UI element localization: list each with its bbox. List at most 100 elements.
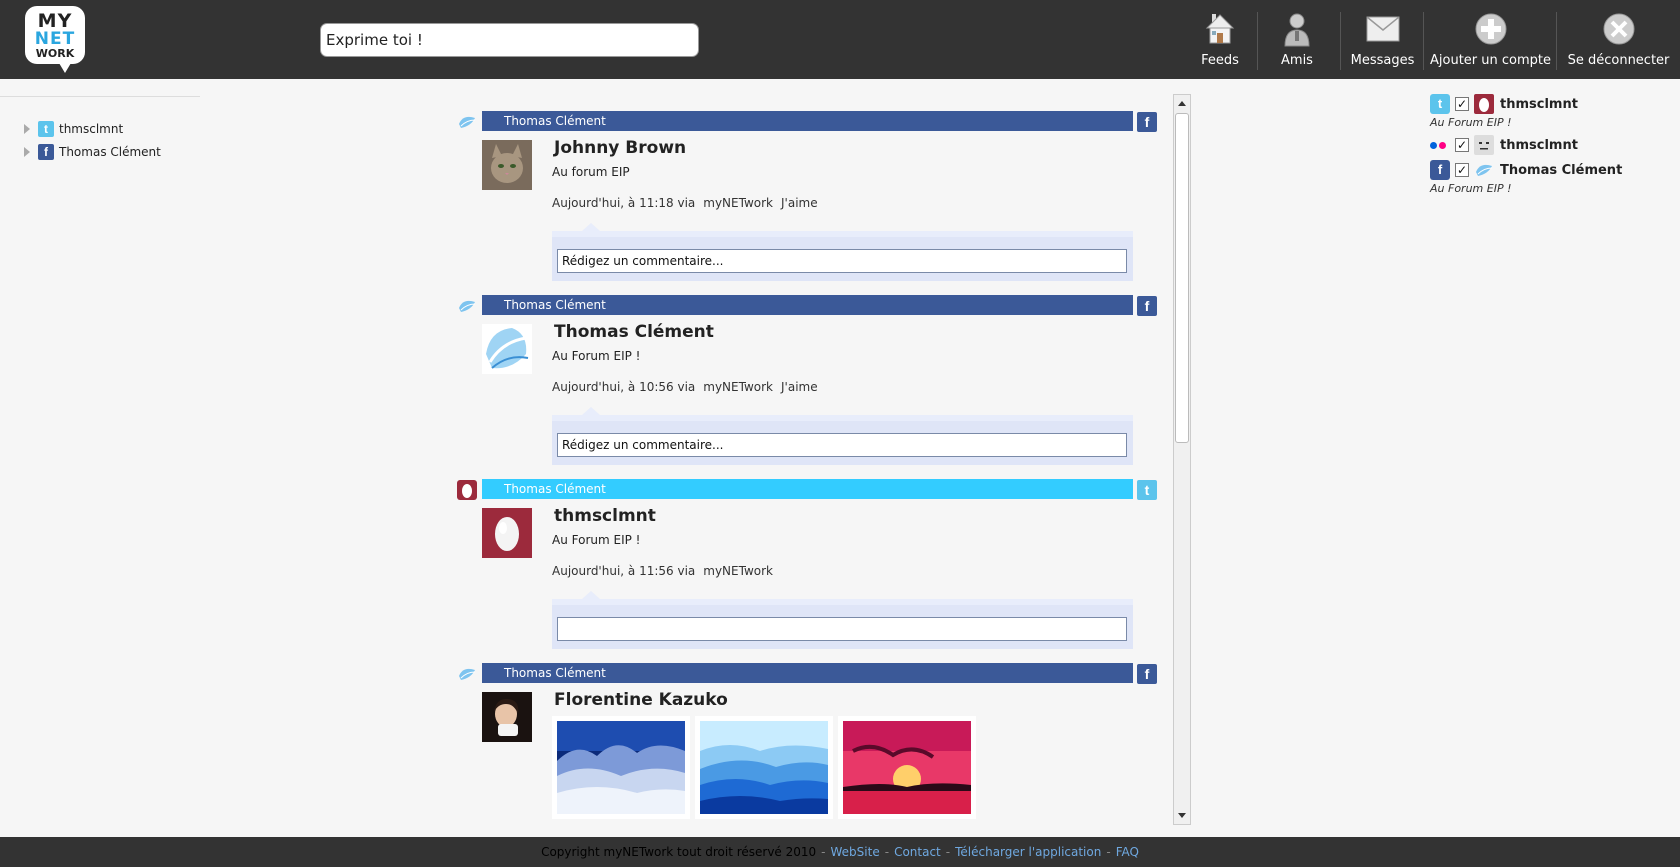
post-photo[interactable] (552, 716, 690, 819)
comment-box (552, 223, 1133, 281)
post-account-bar: Thomas Clément (482, 295, 1133, 315)
top-bar: MY NET WORK Feeds Amis Messages (0, 0, 1680, 79)
footer: Copyright myNETwork tout droit réservé 2… (0, 837, 1680, 867)
nav-add-account[interactable]: Ajouter un compte (1428, 0, 1553, 79)
nav-divider (1340, 12, 1341, 70)
nav-logout[interactable]: Se déconnecter (1561, 0, 1676, 79)
logo-speech-tail (59, 63, 71, 73)
flickr-icon (1430, 141, 1450, 149)
post-author[interactable]: Florentine Kazuko (554, 690, 728, 710)
nav-divider (1423, 12, 1424, 70)
account-avatar-icon (459, 668, 476, 680)
account-name[interactable]: Thomas Clément (1500, 163, 1622, 178)
post-meta: Aujourd'hui, à 11:18 via myNETwork J'aime (552, 196, 818, 210)
post-via-link[interactable]: myNETwork (703, 196, 773, 210)
envelope-icon (1366, 16, 1399, 42)
account-entry: f ✓ Thomas Clément (1430, 159, 1622, 181)
comment-box (552, 591, 1133, 649)
like-link[interactable]: J'aime (781, 196, 818, 210)
account-entry: ✓ thmsclmnt (1430, 134, 1578, 156)
post-photo[interactable] (695, 716, 833, 819)
post-author[interactable]: thmsclmnt (554, 506, 656, 526)
scroll-down-icon[interactable] (1178, 813, 1186, 818)
expand-arrow-icon[interactable] (24, 147, 30, 157)
sidebar-divider (0, 96, 200, 97)
facebook-icon: f (1430, 160, 1450, 180)
comment-input[interactable] (557, 617, 1127, 641)
expand-arrow-icon[interactable] (24, 124, 30, 134)
nav-logout-label: Se déconnecter (1567, 53, 1670, 68)
post-account-name: Thomas Clément (504, 482, 606, 496)
feed-scrollbar[interactable] (1173, 94, 1191, 825)
like-link[interactable]: J'aime (781, 380, 818, 394)
post-timestamp: Aujourd'hui, à 10:56 via (552, 380, 696, 394)
post-via-link[interactable]: myNETwork (703, 380, 773, 394)
post-meta: Aujourd'hui, à 11:56 via myNETwork (552, 564, 773, 578)
avatar[interactable] (482, 140, 532, 190)
facebook-icon: f (1137, 664, 1157, 684)
nav-feeds-label: Feeds (1201, 53, 1239, 68)
account-name[interactable]: thmsclmnt (1500, 138, 1578, 153)
egg-avatar-icon (457, 480, 477, 500)
nav-divider (1257, 12, 1258, 70)
mynetwork-logo[interactable]: MY NET WORK (25, 6, 85, 73)
comment-box (552, 407, 1133, 465)
post-timestamp: Aujourd'hui, à 11:56 via (552, 564, 696, 578)
post-account-name: Thomas Clément (504, 666, 606, 680)
post-account-bar: Thomas Clément (482, 111, 1133, 131)
post-author[interactable]: Johnny Brown (554, 138, 686, 158)
comment-notch (582, 223, 600, 231)
avatar[interactable] (482, 692, 532, 742)
account-checkbox[interactable]: ✓ (1455, 97, 1469, 111)
comment-notch (582, 591, 600, 599)
account-avatar-icon (459, 116, 476, 128)
blue-mountains-image (700, 721, 828, 814)
snowy-forest-image (557, 721, 685, 814)
comment-input[interactable] (557, 249, 1127, 273)
twitter-icon: t (1137, 480, 1157, 500)
nav-amis-label: Amis (1281, 53, 1313, 68)
logo-line-3: WORK (35, 47, 75, 60)
avatar[interactable] (482, 508, 532, 558)
facebook-icon: f (38, 144, 54, 160)
footer-link-faq[interactable]: FAQ (1116, 845, 1139, 859)
post-account-name: Thomas Clément (504, 114, 606, 128)
account-status: Au Forum EIP ! (1430, 182, 1512, 195)
account-checkbox[interactable]: ✓ (1455, 163, 1469, 177)
feed-post: Thomas Clément f Florentine Kazuko (455, 647, 1157, 823)
post-author[interactable]: Thomas Clément (554, 322, 714, 342)
post-account-bar: Thomas Clément (482, 663, 1133, 683)
nav-amis[interactable]: Amis (1262, 0, 1332, 79)
sidebar-item-twitter[interactable]: t thmsclmnt (24, 120, 123, 138)
avatar[interactable] (482, 324, 532, 374)
post-message: Au Forum EIP ! (552, 349, 641, 363)
scroll-thumb[interactable] (1175, 113, 1189, 443)
post-timestamp: Aujourd'hui, à 11:18 via (552, 196, 696, 210)
account-checkbox[interactable]: ✓ (1455, 138, 1469, 152)
sidebar-item-facebook[interactable]: f Thomas Clément (24, 143, 161, 161)
scroll-up-icon[interactable] (1178, 101, 1186, 106)
footer-link-download[interactable]: Télécharger l'application (955, 845, 1101, 859)
footer-link-website[interactable]: WebSite (831, 845, 880, 859)
post-account-bar: Thomas Clément (482, 479, 1133, 499)
facebook-icon: f (1137, 296, 1157, 316)
post-photo[interactable] (838, 716, 976, 819)
facebook-icon: f (1137, 112, 1157, 132)
twitter-icon: t (1430, 94, 1450, 114)
comment-notch (582, 407, 600, 415)
nav-divider (1556, 12, 1557, 70)
post-via-link[interactable]: myNETwork (703, 564, 773, 578)
nav-feeds[interactable]: Feeds (1185, 0, 1255, 79)
nav-add-account-label: Ajouter un compte (1430, 53, 1551, 68)
account-avatar-icon (1476, 164, 1493, 176)
footer-link-contact[interactable]: Contact (894, 845, 941, 859)
sidebar-item-label: thmsclmnt (59, 122, 124, 136)
red-sunset-image (843, 721, 971, 814)
account-name[interactable]: thmsclmnt (1500, 97, 1578, 112)
person-icon (1284, 13, 1310, 47)
house-icon (1205, 14, 1235, 44)
nav-messages[interactable]: Messages (1345, 0, 1420, 79)
close-circle-icon (1603, 13, 1634, 45)
comment-input[interactable] (557, 433, 1127, 457)
status-input[interactable] (320, 23, 699, 57)
